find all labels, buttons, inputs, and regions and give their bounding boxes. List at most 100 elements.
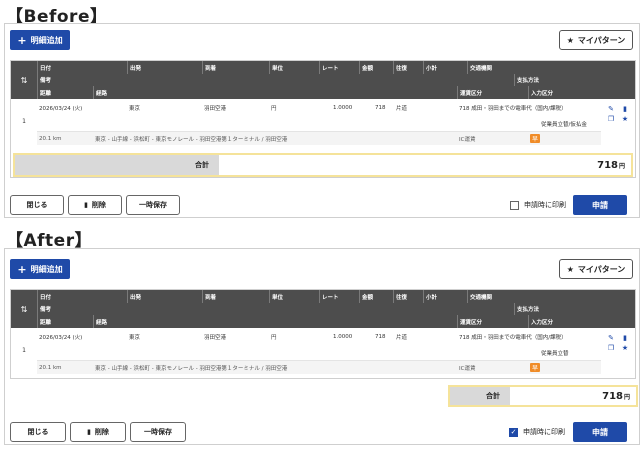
star-icon: ★: [566, 264, 574, 274]
total-value: 718 円: [510, 387, 636, 405]
copy-icon[interactable]: ❐: [608, 115, 614, 123]
header-row-2: 備考 支払方法: [37, 303, 601, 315]
header-date: 日付: [37, 61, 127, 74]
after-total-box: 合計 718 円: [448, 385, 638, 407]
row-date: 2026/03/24 (火): [39, 335, 83, 341]
add-line-button[interactable]: + 明細追加: [10, 259, 70, 279]
header-input-type: 入力区分: [528, 86, 603, 99]
row-action-icons: ✎ ▮ ❐ ★: [605, 105, 631, 123]
row-purpose: 718 成田・羽田までの電車代（国内/課税）: [459, 335, 567, 341]
row-fare-type: IC運賃: [459, 136, 476, 143]
row-from: 東京: [129, 106, 141, 112]
header-fare-type: 運賃区分: [457, 315, 528, 328]
temp-save-button[interactable]: 一時保存: [126, 195, 180, 215]
header-to: 到着: [202, 61, 269, 74]
header-fare-type: 運賃区分: [457, 86, 528, 99]
delete-button[interactable]: ▮ 削除: [70, 422, 126, 442]
star-icon[interactable]: ★: [622, 115, 628, 123]
table-sub-row: 20.1 km 東京 - 山手線 - 浜松町 - 東京モノレール - 羽田空港第…: [37, 131, 601, 145]
checkbox-unchecked[interactable]: [510, 200, 519, 210]
header-date: 日付: [37, 290, 127, 303]
star-icon[interactable]: ★: [622, 344, 628, 352]
header-subtotal: 小計: [423, 61, 467, 74]
before-total-box: 合計 718 円: [13, 153, 633, 177]
print-on-apply-checkbox[interactable]: ✓ 申請時に印刷: [509, 427, 565, 437]
sort-icon[interactable]: ⇅: [11, 290, 37, 328]
temp-save-button[interactable]: 一時保存: [130, 422, 186, 442]
header-row-3: 距離 経路 運賃区分 入力区分: [37, 315, 601, 328]
row-roundtrip: 片道: [396, 106, 408, 112]
row-payment-method: 従業員立替: [541, 351, 569, 357]
header-input-type: 入力区分: [528, 315, 603, 328]
my-pattern-button[interactable]: ★ マイパターン: [559, 30, 633, 50]
row-amount: 718: [375, 105, 386, 111]
header-payment: 支払方法: [514, 303, 603, 315]
header-from: 出発: [127, 61, 202, 74]
row-unit: 円: [271, 106, 277, 112]
before-detail-table: ⇅ 日付 出発 到着 単位 レート 金額 往復 小計 交通機関 備考 支払方法 …: [10, 60, 636, 178]
header-subtotal: 小計: [423, 290, 467, 303]
row-date: 2026/03/24 (火): [39, 106, 83, 112]
add-line-button[interactable]: + 明細追加: [10, 30, 70, 50]
apply-button[interactable]: 申請: [573, 422, 627, 442]
early-tag-icon: 早: [530, 363, 540, 372]
trash-icon[interactable]: ▮: [623, 334, 627, 342]
header-amount: 金額: [359, 61, 393, 74]
edit-icon[interactable]: ✎: [608, 105, 614, 113]
row-amount: 718: [375, 334, 386, 340]
checkbox-checked-icon[interactable]: ✓: [509, 427, 518, 437]
total-unit: 円: [618, 162, 625, 170]
row-rate: 1.0000: [333, 105, 353, 111]
header-row-1: 日付 出発 到着 単位 レート 金額 往復 小計 交通機関: [37, 61, 601, 74]
row-to: 羽田空港: [204, 335, 227, 341]
row-action-icons: ✎ ▮ ❐ ★: [605, 334, 631, 352]
close-button[interactable]: 閉じる: [10, 422, 66, 442]
before-expense-panel: + 明細追加 ★ マイパターン ⇅ 日付 出発 到着 単位 レート 金額 往復 …: [4, 23, 640, 218]
header-distance: 距離: [37, 315, 93, 328]
after-detail-table: ⇅ 日付 出発 到着 単位 レート 金額 往復 小計 交通機関 備考 支払方法 …: [10, 289, 636, 379]
table-row: 2026/03/24 (火) 東京 羽田空港 円 1.0000 718 片道 7…: [37, 330, 601, 344]
total-unit: 円: [623, 393, 630, 401]
total-amount: 718: [597, 159, 618, 171]
row-number: 1: [22, 117, 26, 125]
row-to: 羽田空港: [204, 106, 227, 112]
plus-icon: +: [17, 262, 27, 276]
my-pattern-button[interactable]: ★ マイパターン: [559, 259, 633, 279]
row-roundtrip: 片道: [396, 335, 408, 341]
delete-button[interactable]: ▮ 削除: [68, 195, 122, 215]
copy-icon[interactable]: ❐: [608, 344, 614, 352]
early-tag-icon: 早: [530, 134, 540, 143]
header-roundtrip: 往復: [393, 290, 423, 303]
print-on-apply-checkbox[interactable]: 申請時に印刷: [510, 200, 566, 210]
table-row: 2026/03/24 (火) 東京 羽田空港 円 1.0000 718 片道 7…: [37, 101, 601, 115]
row-number: 1: [22, 346, 26, 354]
row-route: 東京 - 山手線 - 浜松町 - 東京モノレール - 羽田空港第１ターミナル /…: [95, 136, 288, 143]
star-icon: ★: [566, 35, 574, 45]
header-rate: レート: [319, 61, 359, 74]
row-payment-method: 従業員立替/仮払金: [541, 122, 587, 128]
header-remarks: 備考: [37, 303, 514, 315]
header-route: 経路: [93, 86, 457, 99]
sort-icon[interactable]: ⇅: [11, 61, 37, 99]
total-label: 合計: [15, 155, 219, 175]
row-fare-type: IC運賃: [459, 365, 476, 372]
header-amount: 金額: [359, 290, 393, 303]
row-distance: 20.1 km: [39, 135, 62, 142]
row-rate: 1.0000: [333, 334, 353, 340]
row-distance: 20.1 km: [39, 364, 62, 371]
header-row-2: 備考 支払方法: [37, 74, 601, 86]
edit-icon[interactable]: ✎: [608, 334, 614, 342]
header-from: 出発: [127, 290, 202, 303]
close-button[interactable]: 閉じる: [10, 195, 64, 215]
header-distance: 距離: [37, 86, 93, 99]
apply-button[interactable]: 申請: [573, 195, 627, 215]
row-route: 東京 - 山手線 - 浜松町 - 東京モノレール - 羽田空港第１ターミナル /…: [95, 365, 288, 372]
row-unit: 円: [271, 335, 277, 341]
trash-icon[interactable]: ▮: [623, 105, 627, 113]
header-unit: 単位: [269, 290, 319, 303]
row-purpose: 718 成田・羽田までの電車代（国内/課税）: [459, 106, 567, 112]
header-remarks: 備考: [37, 74, 514, 86]
row-from: 東京: [129, 335, 141, 341]
after-expense-panel: + 明細追加 ★ マイパターン ⇅ 日付 出発 到着 単位 レート 金額 往復 …: [4, 248, 640, 445]
trash-icon: ▮: [84, 201, 88, 209]
